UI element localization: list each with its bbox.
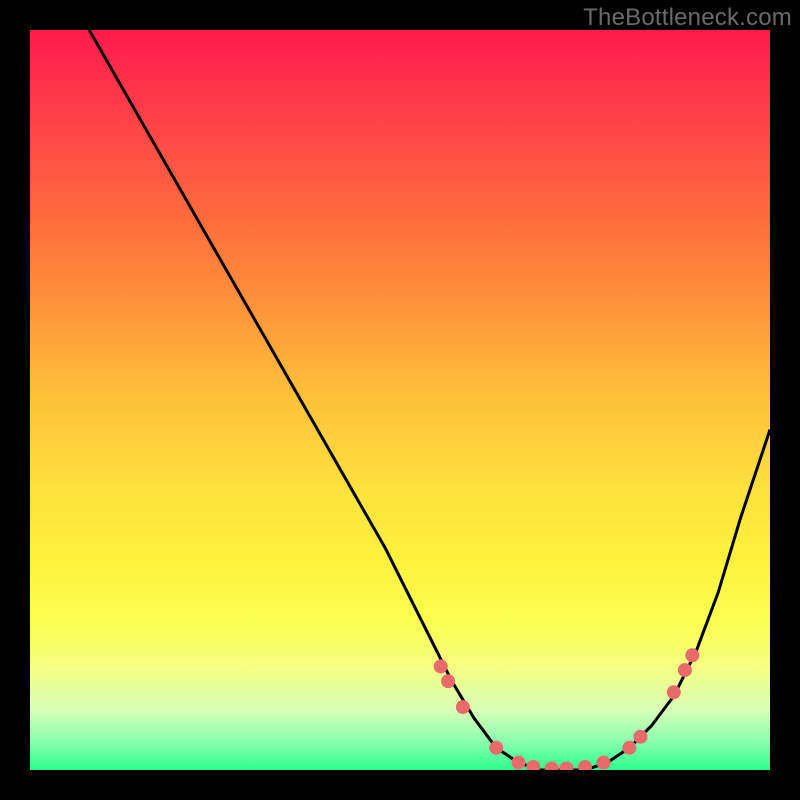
curve-marker xyxy=(634,730,648,744)
curve-marker xyxy=(667,685,681,699)
curve-marker xyxy=(560,762,574,771)
curve-marker xyxy=(526,760,540,770)
curve-svg xyxy=(30,30,770,770)
curve-marker xyxy=(441,674,455,688)
curve-markers xyxy=(434,648,700,770)
curve-marker xyxy=(678,663,692,677)
watermark-text: TheBottleneck.com xyxy=(583,4,792,32)
plot-area xyxy=(30,30,770,770)
curve-marker xyxy=(597,756,611,770)
curve-marker xyxy=(622,741,636,755)
curve-marker xyxy=(511,756,525,770)
curve-marker xyxy=(489,741,503,755)
curve-marker xyxy=(578,760,592,770)
chart-frame: TheBottleneck.com xyxy=(0,0,800,800)
bottleneck-curve xyxy=(89,30,770,770)
curve-marker xyxy=(434,659,448,673)
curve-marker xyxy=(685,648,699,662)
curve-marker xyxy=(456,700,470,714)
curve-marker xyxy=(545,762,559,771)
